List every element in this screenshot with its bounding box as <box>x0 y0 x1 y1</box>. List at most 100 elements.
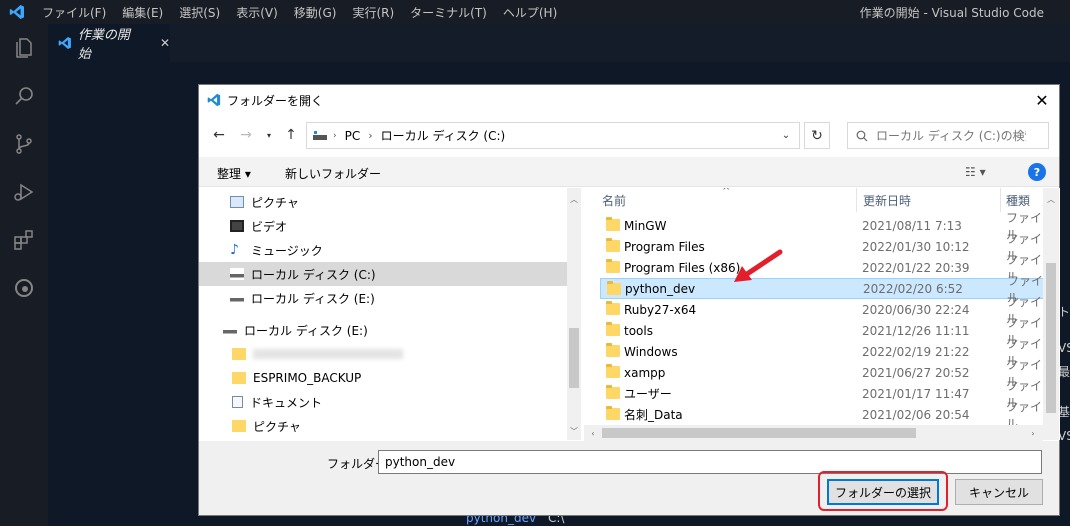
drive-icon <box>313 130 327 140</box>
cancel-button[interactable]: キャンセル <box>955 479 1043 505</box>
folder-icon <box>606 406 620 420</box>
drive-icon <box>223 324 237 336</box>
annotation-highlight-box <box>818 471 948 511</box>
file-name: tools <box>624 323 653 338</box>
tree-item-music[interactable]: ♪ ミュージック <box>199 238 567 262</box>
tree-item-video[interactable]: ビデオ <box>199 214 567 238</box>
up-arrow-icon[interactable]: ↑ <box>281 125 301 145</box>
scroll-up-icon[interactable]: ︿ <box>1044 192 1058 206</box>
source-control-icon[interactable] <box>0 120 48 168</box>
menu-terminal[interactable]: ターミナル(T) <box>402 4 495 21</box>
refresh-icon[interactable]: ↻ <box>804 122 830 149</box>
menu-go[interactable]: 移動(G) <box>286 4 345 21</box>
menu-file[interactable]: ファイル(F) <box>34 4 114 21</box>
folder-icon <box>232 420 246 432</box>
tab-bar: 作業の開始 ✕ <box>48 24 1070 62</box>
file-date: 2021/06/27 20:52 <box>862 365 970 380</box>
column-divider[interactable] <box>856 188 857 212</box>
recent-locations-icon[interactable]: ▾ <box>259 125 279 145</box>
explorer-icon[interactable] <box>0 24 48 72</box>
tree-item-label: ピクチャ <box>253 419 301 434</box>
search-box[interactable] <box>847 122 1049 149</box>
back-arrow-icon[interactable]: ← <box>209 125 229 145</box>
navigation-tree: ピクチャ ビデオ ♪ ミュージック ローカル ディスク (C:) ローカル ディ… <box>199 188 581 440</box>
tab-getting-started[interactable]: 作業の開始 ✕ <box>48 24 170 62</box>
breadcrumb-drive[interactable]: ローカル ディスク (C:) <box>381 127 506 144</box>
pictures-icon <box>230 196 244 208</box>
drive-icon <box>230 268 244 280</box>
sort-ascending-icon: ^ <box>722 188 731 197</box>
vscode-logo-icon <box>0 4 34 20</box>
column-divider[interactable] <box>1000 188 1001 212</box>
file-row[interactable]: Program Files 2022/01/30 10:12 ファイル <box>600 232 1044 263</box>
breadcrumb-separator-icon: › <box>333 130 337 141</box>
view-options-icon[interactable]: ☷ ▾ <box>965 165 986 179</box>
file-row[interactable]: xampp 2021/06/27 20:52 ファイル <box>600 358 1044 389</box>
file-row[interactable]: Windows 2022/02/19 21:22 ファイル <box>600 337 1044 368</box>
close-tab-icon[interactable]: ✕ <box>160 36 170 50</box>
tree-scrollbar[interactable]: ︿ ﹀ <box>567 188 581 440</box>
tree-item-label: ローカル ディスク (E:) <box>251 291 375 306</box>
tree-item-pictures[interactable]: ピクチャ <box>199 190 567 214</box>
tree-item-documents[interactable]: ドキュメント <box>199 390 567 414</box>
organize-menu[interactable]: 整理 ▾ <box>217 165 251 182</box>
address-dropdown-icon[interactable]: ⌄ <box>773 122 799 149</box>
blurred-label <box>253 349 403 359</box>
breadcrumb-pc[interactable]: PC <box>345 129 361 143</box>
tree-item-esprimo-backup[interactable]: ESPRIMO_BACKUP <box>199 366 567 390</box>
file-row[interactable]: MinGW 2021/08/11 7:13 ファイル <box>600 211 1044 242</box>
file-name: Ruby27-x64 <box>624 302 697 317</box>
tree-item-label: ドキュメント <box>250 395 323 410</box>
column-date[interactable]: 更新日時 <box>863 188 911 212</box>
file-name: Program Files (x86) <box>624 260 741 275</box>
navigation-row: ← → ▾ ↑ › PC › ローカル ディスク (C:) ⌄ ↻ <box>199 119 1059 151</box>
edge-icon[interactable] <box>0 264 48 312</box>
open-folder-dialog: フォルダーを開く ✕ ← → ▾ ↑ › PC › ローカル ディスク (C:)… <box>198 84 1060 516</box>
tree-item-drive-e-root[interactable]: ローカル ディスク (E:) <box>199 318 567 342</box>
file-list-scroll-thumb[interactable] <box>1046 263 1056 413</box>
file-date: 2021/08/11 7:13 <box>862 218 962 233</box>
file-date: 2021/12/26 11:11 <box>862 323 970 338</box>
scroll-right-icon[interactable]: › <box>1026 426 1040 440</box>
window-title: 作業の開始 - Visual Studio Code <box>859 6 1044 20</box>
scroll-down-icon[interactable]: ﹀ <box>567 424 581 438</box>
search-icon[interactable] <box>0 72 48 120</box>
run-debug-icon[interactable] <box>0 168 48 216</box>
breadcrumb-separator-icon: › <box>368 129 373 142</box>
menu-edit[interactable]: 編集(E) <box>114 4 171 21</box>
file-row[interactable]: 名刺_Data 2021/02/06 20:54 ファイル <box>600 400 1044 431</box>
dialog-close-icon[interactable]: ✕ <box>1031 89 1053 111</box>
new-folder-button[interactable]: 新しいフォルダー <box>285 165 381 182</box>
file-row[interactable]: tools 2021/12/26 11:11 ファイル <box>600 316 1044 347</box>
tree-item-drive-c[interactable]: ローカル ディスク (C:) <box>199 262 567 286</box>
file-row[interactable]: Ruby27-x64 2020/06/30 22:24 ファイル <box>600 295 1044 326</box>
file-row[interactable]: ユーザー 2021/01/17 11:47 ファイル <box>600 379 1044 410</box>
search-input[interactable] <box>876 128 1026 143</box>
tree-scroll-thumb[interactable] <box>569 328 579 388</box>
scroll-up-icon[interactable]: ︿ <box>567 192 581 206</box>
horizontal-scroll-thumb[interactable] <box>602 428 916 438</box>
horizontal-scrollbar[interactable]: ‹ › <box>584 425 1043 441</box>
extensions-icon[interactable] <box>0 216 48 264</box>
tree-item-drive-e[interactable]: ローカル ディスク (E:) <box>199 286 567 310</box>
file-row[interactable]: Program Files (x86) 2022/01/22 20:39 ファイ… <box>600 253 1044 284</box>
address-bar[interactable]: › PC › ローカル ディスク (C:) <box>306 122 800 149</box>
file-name: xampp <box>624 365 666 380</box>
menu-selection[interactable]: 選択(S) <box>171 4 228 21</box>
file-date: 2022/02/19 21:22 <box>862 344 970 359</box>
tree-item-blurred-folder[interactable] <box>199 342 567 366</box>
tree-item-pictures-2[interactable]: ピクチャ <box>199 414 567 438</box>
forward-arrow-icon[interactable]: → <box>236 125 256 145</box>
file-date: 2020/06/30 22:24 <box>862 302 970 317</box>
column-name[interactable]: 名前 <box>602 188 626 212</box>
file-date: 2022/02/20 6:52 <box>863 281 963 296</box>
menu-view[interactable]: 表示(V) <box>228 4 286 21</box>
file-date: 2021/02/06 20:54 <box>862 407 970 422</box>
scroll-left-icon[interactable]: ‹ <box>586 426 600 440</box>
help-icon[interactable]: ? <box>1028 163 1046 181</box>
file-row-selected[interactable]: python_dev 2022/02/20 6:52 ファイル <box>600 274 1044 305</box>
file-list-scrollbar[interactable]: ︿ <box>1043 188 1059 440</box>
menu-help[interactable]: ヘルプ(H) <box>495 4 565 21</box>
folder-icon <box>606 343 620 357</box>
menu-run[interactable]: 実行(R) <box>344 4 402 21</box>
